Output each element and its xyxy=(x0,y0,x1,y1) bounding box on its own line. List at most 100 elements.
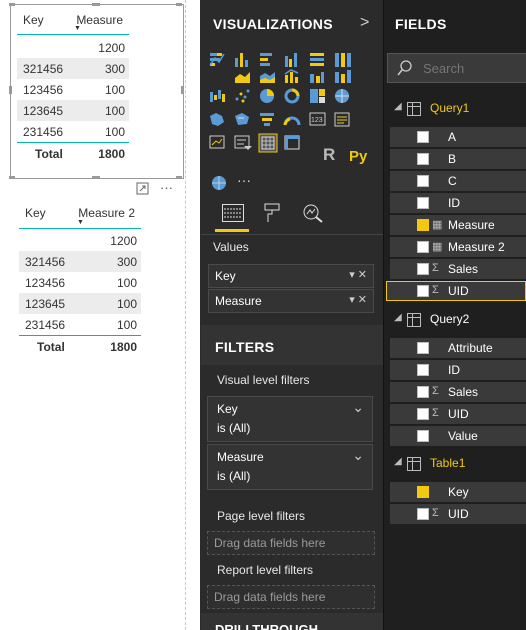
field-row-sales[interactable]: Σ Sales xyxy=(390,382,526,402)
report-canvas[interactable]: Key Measure ▼ 1200 321456 300 123456 100… xyxy=(0,0,186,630)
resize-handle[interactable] xyxy=(181,86,184,94)
expand-caret-icon[interactable]: ◢ xyxy=(394,312,402,323)
more-visuals-icon[interactable]: ··· xyxy=(237,172,251,188)
field-row-key[interactable]: Key xyxy=(390,482,526,502)
field-checkbox[interactable] xyxy=(417,386,429,398)
resize-handle[interactable] xyxy=(92,3,100,6)
values-well-measure[interactable]: Measure ▾ ✕ xyxy=(208,289,374,313)
matrix-icon xyxy=(284,135,300,150)
field-row-attribute[interactable]: Attribute xyxy=(390,338,526,358)
column-header-key[interactable]: Key xyxy=(25,206,46,220)
field-checkbox[interactable] xyxy=(417,153,429,165)
field-name: Key xyxy=(448,485,469,499)
visual-type-gallery[interactable]: 123 xyxy=(208,50,373,195)
clustered-bar-chart-icon xyxy=(260,53,272,66)
cell-value: 100 xyxy=(104,124,125,139)
table-node-query2[interactable]: ◢ Query2 xyxy=(390,310,526,330)
field-checkbox[interactable] xyxy=(417,364,429,376)
fields-tab-icon[interactable] xyxy=(222,204,244,222)
table-row: 1200 xyxy=(17,37,129,58)
table-total-row: Total 1800 xyxy=(17,142,129,164)
field-checkbox[interactable] xyxy=(417,197,429,209)
values-label: Values xyxy=(213,240,249,254)
slicer-icon xyxy=(234,135,252,150)
chevron-down-icon[interactable]: ⌄ xyxy=(352,447,364,464)
field-checkbox[interactable] xyxy=(417,131,429,143)
field-checkbox-checked[interactable] xyxy=(417,486,429,498)
column-header-measure-2[interactable]: Measure 2 xyxy=(78,206,135,220)
arcgis-map-icon[interactable] xyxy=(210,174,228,192)
chevron-down-icon[interactable]: ⌄ xyxy=(352,399,364,416)
field-row-sales[interactable]: Σ Sales xyxy=(390,259,526,279)
remove-field-icon[interactable]: ▾ ✕ xyxy=(349,268,367,281)
table-row: 231456 100 xyxy=(17,121,129,142)
field-row-a[interactable]: A xyxy=(390,127,526,147)
cell-key: 123456 xyxy=(25,275,66,290)
field-checkbox[interactable] xyxy=(417,241,429,253)
collapse-chevron-icon[interactable]: > xyxy=(360,14,370,32)
table-row: 123456 100 xyxy=(17,79,129,100)
format-paint-roller-icon[interactable] xyxy=(263,202,281,224)
column-header-measure[interactable]: Measure xyxy=(76,13,123,27)
field-row-b[interactable]: B xyxy=(390,149,526,169)
r-visual-icon[interactable]: R xyxy=(323,145,335,165)
field-row-measure[interactable]: ▦ Measure xyxy=(390,215,526,235)
field-checkbox[interactable] xyxy=(417,263,429,275)
table-row: 123456 100 xyxy=(19,272,141,293)
gauge-icon xyxy=(283,116,301,126)
focus-mode-icon[interactable] xyxy=(136,182,149,198)
field-checkbox[interactable] xyxy=(417,175,429,187)
map-icon xyxy=(335,89,349,103)
filter-card-measure[interactable]: Measure is (All) ⌄ xyxy=(207,444,373,490)
fields-search-box[interactable] xyxy=(387,53,526,83)
field-row-uid-hovered[interactable]: Σ UID xyxy=(386,281,526,301)
python-visual-icon[interactable]: Py xyxy=(349,148,367,165)
table-node-table1[interactable]: ◢ Table1 xyxy=(390,454,526,474)
field-checkbox[interactable] xyxy=(417,342,429,354)
field-row-value[interactable]: Value xyxy=(390,426,526,446)
resize-handle[interactable] xyxy=(176,3,182,6)
expand-caret-icon[interactable]: ◢ xyxy=(394,101,402,112)
field-checkbox[interactable] xyxy=(417,508,429,520)
field-row-uid[interactable]: Σ UID xyxy=(390,404,526,424)
treemap-icon xyxy=(310,89,325,103)
resize-handle[interactable] xyxy=(9,3,15,6)
field-checkbox-checked[interactable] xyxy=(417,219,429,231)
column-header-key[interactable]: Key xyxy=(23,13,44,27)
search-input[interactable] xyxy=(421,58,525,78)
field-checkbox[interactable] xyxy=(417,408,429,420)
field-checkbox[interactable] xyxy=(417,430,429,442)
report-filters-dropzone[interactable]: Drag data fields here xyxy=(207,585,375,609)
field-name: Value xyxy=(448,429,478,443)
field-row-id[interactable]: ID xyxy=(390,193,526,213)
field-row-id[interactable]: ID xyxy=(390,360,526,380)
resize-handle[interactable] xyxy=(176,176,182,179)
field-name: B xyxy=(448,152,457,166)
donut-chart-icon xyxy=(284,88,300,104)
cell-value: 100 xyxy=(104,82,125,97)
cell-value: 300 xyxy=(104,61,125,76)
values-well-key[interactable]: Key ▾ ✕ xyxy=(208,264,374,288)
cell-key: 123645 xyxy=(23,103,64,118)
cell-key: 123456 xyxy=(23,82,64,97)
field-row-c[interactable]: C xyxy=(390,171,526,191)
analytics-magnifier-icon[interactable] xyxy=(302,203,324,223)
more-options-icon[interactable]: ··· xyxy=(160,180,173,195)
drop-hint: Drag data fields here xyxy=(214,590,326,604)
filter-card-key[interactable]: Key is (All) ⌄ xyxy=(207,396,373,442)
line-stacked-column-icon xyxy=(310,72,324,83)
resize-handle[interactable] xyxy=(92,176,100,179)
field-row-uid[interactable]: Σ UID xyxy=(390,504,526,524)
remove-field-icon[interactable]: ▾ ✕ xyxy=(349,293,367,306)
field-row-measure-2[interactable]: ▦ Measure 2 xyxy=(390,237,526,257)
resize-handle[interactable] xyxy=(9,176,15,179)
filter-field-name: Measure xyxy=(217,450,264,464)
page-filters-dropzone[interactable]: Drag data fields here xyxy=(207,531,375,555)
table-node-query1[interactable]: ◢ Query1 xyxy=(390,99,526,119)
resize-handle[interactable] xyxy=(9,86,12,94)
field-name: A xyxy=(448,130,457,144)
expand-caret-icon[interactable]: ◢ xyxy=(394,456,402,467)
field-checkbox[interactable] xyxy=(417,285,429,297)
cell-value: 300 xyxy=(116,254,137,269)
fields-title: FIELDS xyxy=(395,16,447,32)
